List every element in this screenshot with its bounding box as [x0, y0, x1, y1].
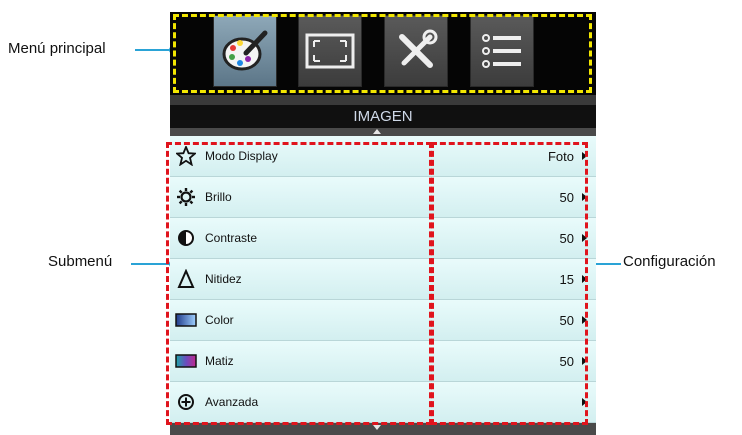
callout-settings: Configuración	[623, 253, 716, 270]
callout-submenu: Submenú	[48, 253, 113, 270]
callout-main-menu: Menú principal	[8, 40, 106, 57]
highlight-settings	[431, 142, 588, 425]
menu-divider	[170, 95, 596, 105]
menu-title: IMAGEN	[170, 105, 596, 128]
callout-line-main-menu	[135, 49, 172, 51]
scroll-down-icon	[373, 425, 381, 430]
highlight-main-menu	[173, 14, 592, 93]
scroll-up-bar[interactable]	[170, 128, 596, 136]
scroll-up-icon	[373, 129, 381, 134]
highlight-submenu	[166, 142, 432, 425]
